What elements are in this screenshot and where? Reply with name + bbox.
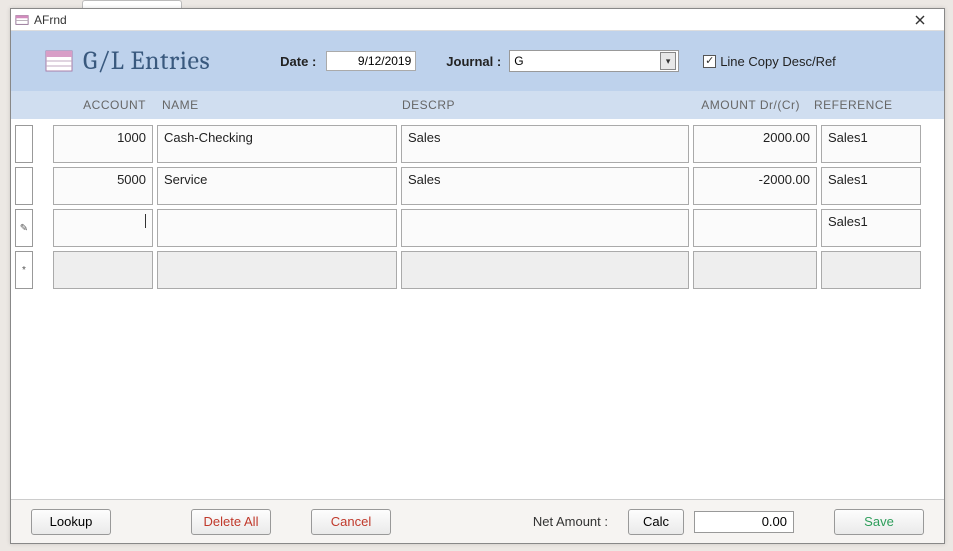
row-selector[interactable]	[15, 167, 33, 205]
row-selector[interactable]: *	[15, 251, 33, 289]
cell-name[interactable]: Cash-Checking	[157, 125, 397, 163]
cell-amount[interactable]: -2000.00	[693, 167, 817, 205]
header-band: G/L Entries Date : Journal : G ▾ ✓ Line …	[11, 31, 944, 91]
cell-reference	[821, 251, 921, 289]
cell-name[interactable]: Service	[157, 167, 397, 205]
chevron-down-icon: ▾	[660, 52, 676, 70]
line-copy-checkbox[interactable]: ✓	[703, 55, 716, 68]
net-amount-value: 0.00	[694, 511, 794, 533]
cell-account	[53, 251, 153, 289]
col-descrp: DESCRP	[394, 98, 682, 112]
cell-name	[157, 251, 397, 289]
cell-descrp[interactable]: Sales	[401, 125, 689, 163]
line-copy-checkbox-wrap[interactable]: ✓ Line Copy Desc/Ref	[703, 54, 836, 69]
net-amount-label: Net Amount :	[533, 514, 608, 529]
afrnd-window: AFrnd G/L Entries Date : Journal : G ▾	[10, 8, 945, 544]
footer: Lookup Delete All Cancel Net Amount : Ca…	[11, 499, 944, 543]
cancel-button[interactable]: Cancel	[311, 509, 391, 535]
save-button[interactable]: Save	[834, 509, 924, 535]
journal-select[interactable]: G ▾	[509, 50, 679, 72]
cell-descrp	[401, 251, 689, 289]
date-input[interactable]	[326, 51, 416, 71]
journal-label: Journal :	[446, 54, 501, 69]
cell-descrp[interactable]	[401, 209, 689, 247]
cell-account[interactable]	[53, 209, 153, 247]
col-name: NAME	[154, 98, 394, 112]
cell-account[interactable]: 5000	[53, 167, 153, 205]
delete-all-button[interactable]: Delete All	[191, 509, 271, 535]
date-label: Date :	[280, 54, 316, 69]
cell-reference[interactable]: Sales1	[821, 167, 921, 205]
form-icon	[15, 13, 29, 27]
cell-name[interactable]	[157, 209, 397, 247]
col-reference: REFERENCE	[806, 98, 906, 112]
close-button[interactable]	[900, 10, 940, 30]
table-row: ✎ Sales1	[11, 209, 944, 247]
cell-account[interactable]: 1000	[53, 125, 153, 163]
window-title: AFrnd	[34, 13, 900, 27]
line-copy-label: Line Copy Desc/Ref	[720, 54, 836, 69]
row-selector[interactable]: ✎	[15, 209, 33, 247]
cell-reference[interactable]: Sales1	[821, 209, 921, 247]
table-row: 1000Cash-CheckingSales2000.00Sales1	[11, 125, 944, 163]
cell-reference[interactable]: Sales1	[821, 125, 921, 163]
col-amount: AMOUNT Dr/(Cr)	[682, 98, 806, 112]
titlebar: AFrnd	[11, 9, 944, 31]
column-headers: ACCOUNT NAME DESCRP AMOUNT Dr/(Cr) REFER…	[11, 91, 944, 119]
journal-value: G	[514, 54, 523, 68]
cell-amount[interactable]	[693, 209, 817, 247]
cell-amount	[693, 251, 817, 289]
grid: 1000Cash-CheckingSales2000.00Sales15000S…	[11, 119, 944, 499]
page-title: G/L Entries	[83, 46, 210, 76]
col-account: ACCOUNT	[54, 98, 154, 112]
cell-descrp[interactable]: Sales	[401, 167, 689, 205]
table-row: 5000ServiceSales-2000.00Sales1	[11, 167, 944, 205]
calc-button[interactable]: Calc	[628, 509, 684, 535]
cell-amount[interactable]: 2000.00	[693, 125, 817, 163]
lookup-button[interactable]: Lookup	[31, 509, 111, 535]
table-row: *	[11, 251, 944, 289]
row-selector[interactable]	[15, 125, 33, 163]
gl-form-icon	[45, 47, 73, 75]
